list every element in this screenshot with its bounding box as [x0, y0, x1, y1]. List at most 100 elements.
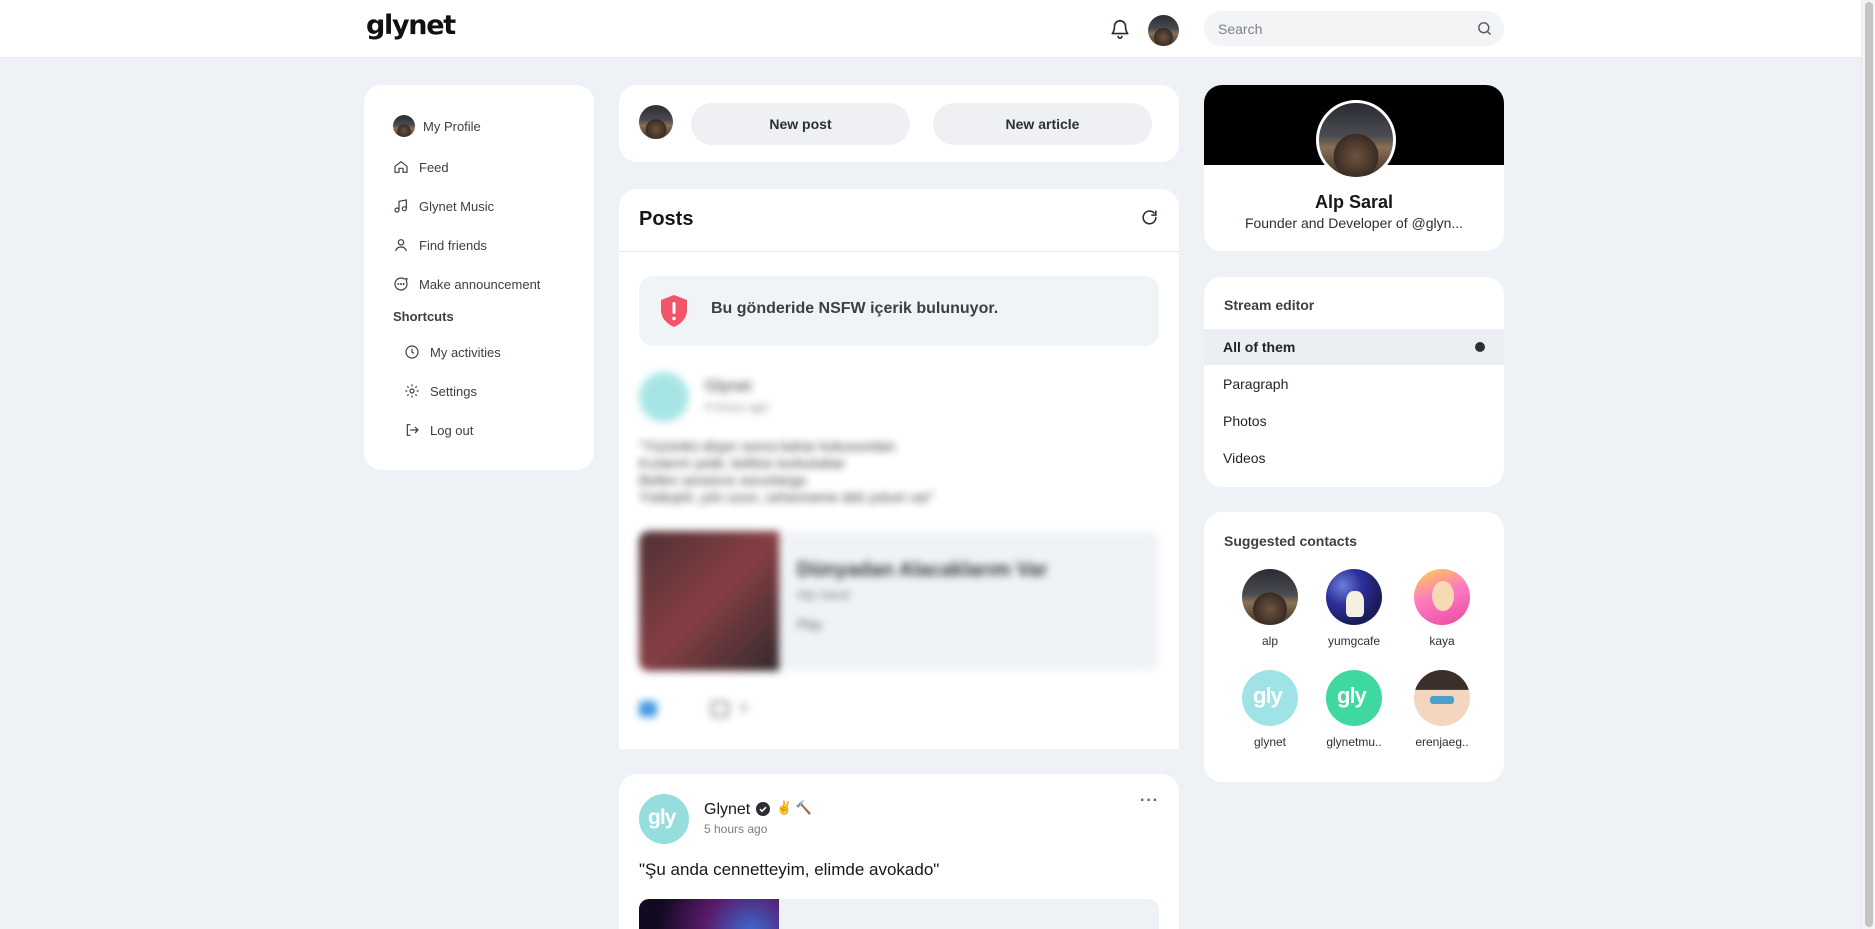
profile-card: Alp Saral Founder and Developer of @glyn…: [1204, 85, 1504, 251]
stream-option-videos[interactable]: Videos: [1204, 440, 1504, 476]
post-card: gly Glynet ✌ 🔨 5 hours ago ··· "Şu anda …: [619, 774, 1179, 929]
gear-icon: [405, 384, 419, 398]
stream-option-label: Videos: [1223, 450, 1266, 466]
nav-feed[interactable]: Feed: [393, 154, 449, 180]
contact-name: glynet: [1253, 735, 1287, 749]
nav-settings-label: Settings: [430, 383, 477, 399]
post-more-options-icon[interactable]: ···: [1140, 792, 1159, 810]
contact-avatar: [1414, 670, 1470, 726]
posts-feed: Posts Bu gönderide NSFW içerik bulunuyor…: [619, 189, 1179, 749]
shortcuts-heading: Shortcuts: [393, 309, 454, 324]
stream-option-label: Photos: [1223, 413, 1267, 429]
nav-find-friends[interactable]: Find friends: [393, 232, 487, 258]
notifications-bell-icon[interactable]: [1109, 17, 1131, 41]
left-navigation: My Profile Feed Glynet Music Find friend…: [364, 85, 594, 470]
search-input[interactable]: [1218, 11, 1458, 46]
refresh-icon[interactable]: [1140, 208, 1159, 227]
nav-my-profile-label: My Profile: [423, 118, 481, 134]
blurred-song-title: Dünyadan Alacaklarım Var: [797, 559, 1048, 581]
nav-glynet-music[interactable]: Glynet Music: [393, 193, 494, 219]
nav-glynet-music-label: Glynet Music: [419, 198, 495, 214]
chat-bubble-icon: [394, 277, 408, 291]
suggested-contacts-title: Suggested contacts: [1224, 533, 1358, 549]
contact-item[interactable]: kaya: [1398, 569, 1486, 648]
nav-settings[interactable]: Settings: [404, 378, 477, 404]
contact-name: erenjaeg..: [1415, 735, 1469, 749]
glynet-logo[interactable]: glynet: [366, 10, 456, 41]
blurred-line: "Yüzünkü düşer sonra bahar kokusundan: [639, 438, 896, 454]
selected-indicator-icon: [1475, 342, 1485, 352]
stream-option-photos[interactable]: Photos: [1204, 403, 1504, 439]
user-icon: [395, 239, 407, 252]
contact-avatar: [1414, 569, 1470, 625]
blurred-song-embed: Dünyadan Alacaklarım Var Alp Saral Play: [639, 531, 1159, 671]
page-scrollbar[interactable]: [1861, 0, 1875, 929]
contact-avatar: [1326, 569, 1382, 625]
blurred-line: Kızlarım yedir, bellisiz korkuluklar: [639, 455, 846, 471]
user-avatar-menu[interactable]: [1148, 15, 1179, 46]
glynet-music-avatar-mark: gly: [1337, 683, 1367, 708]
contact-name: yumgcafe: [1327, 634, 1381, 648]
nav-my-activities-label: My activities: [430, 344, 501, 360]
post-author-name[interactable]: Glynet: [704, 801, 750, 819]
post-author-avatar[interactable]: gly: [639, 794, 689, 844]
top-bar: glynet: [0, 0, 1861, 58]
posts-title: Posts: [639, 208, 694, 230]
logout-icon: [406, 424, 419, 436]
nav-feed-label: Feed: [419, 159, 449, 175]
scrollbar-thumb[interactable]: [1865, 2, 1873, 927]
verified-badge-icon: [756, 802, 770, 816]
nsfw-warning[interactable]: Bu gönderide NSFW içerik bulunuyor.: [639, 276, 1159, 346]
blurred-post-text: "Yüzünkü düşer sonra bahar kokusundan Kı…: [639, 438, 934, 506]
blurred-nsfw-post: Glynet 4 hours ago "Yüzünkü düşer sonra …: [619, 364, 1179, 749]
stream-option-label: Paragraph: [1223, 376, 1289, 392]
contact-item[interactable]: alp: [1226, 569, 1314, 648]
new-post-button[interactable]: New post: [691, 103, 910, 145]
contact-name: glynetmu..: [1326, 735, 1382, 749]
nav-my-activities[interactable]: My activities: [404, 339, 501, 365]
nav-log-out-label: Log out: [430, 422, 474, 438]
heart-icon: [639, 700, 657, 717]
contact-item[interactable]: yumgcafe: [1310, 569, 1398, 648]
glynet-avatar-mark: gly: [648, 806, 676, 829]
new-article-button[interactable]: New article: [933, 103, 1152, 145]
stream-option-all[interactable]: All of them: [1204, 329, 1504, 365]
blurred-post-avatar: [639, 372, 689, 422]
home-icon: [394, 161, 408, 173]
profile-card-avatar[interactable]: [1316, 100, 1396, 180]
clock-icon: [405, 345, 419, 359]
composer-avatar: [639, 105, 673, 139]
nav-make-announcement[interactable]: Make announcement: [393, 271, 540, 297]
blurred-comment-count: 0: [740, 700, 748, 715]
stream-option-paragraph[interactable]: Paragraph: [1204, 366, 1504, 402]
blurred-song-play: Play: [797, 617, 823, 632]
search-box: [1204, 11, 1504, 46]
contact-item[interactable]: gly glynetmu..: [1310, 670, 1398, 749]
post-composer: New post New article: [619, 85, 1179, 162]
nav-make-announcement-label: Make announcement: [419, 276, 541, 292]
music-note-icon: [394, 199, 407, 213]
comment-icon: [710, 700, 729, 717]
post-author-badges: ✌ 🔨: [776, 800, 812, 815]
blurred-post-actions: 0: [639, 700, 747, 717]
post-media-embed[interactable]: [639, 899, 1159, 929]
search-icon[interactable]: [1476, 20, 1493, 37]
nav-log-out[interactable]: Log out: [404, 417, 473, 443]
profile-name[interactable]: Alp Saral: [1204, 192, 1504, 213]
blurred-post-time: 4 hours ago: [705, 400, 769, 414]
stream-editor: Stream editor All of them Paragraph Phot…: [1204, 277, 1504, 487]
profile-avatar: [393, 115, 415, 137]
shield-warning-icon: [661, 295, 687, 327]
blurred-line: Bellen sessizce sorunlarga: [639, 472, 806, 488]
nav-my-profile[interactable]: My Profile: [393, 113, 481, 139]
post-media-cover: [639, 899, 779, 929]
nav-find-friends-label: Find friends: [419, 237, 487, 253]
nsfw-warning-text: Bu gönderide NSFW içerik bulunuyor.: [711, 300, 999, 317]
contact-item[interactable]: erenjaeg..: [1398, 670, 1486, 749]
suggested-contacts: Suggested contacts alp yumgcafe kaya gly…: [1204, 512, 1504, 782]
blurred-song-artist: Alp Saral: [797, 587, 850, 602]
contact-avatar: gly: [1242, 670, 1298, 726]
contact-avatar: gly: [1326, 670, 1382, 726]
contact-item[interactable]: gly glynet: [1226, 670, 1314, 749]
glynet-avatar-mark: gly: [1253, 683, 1283, 708]
